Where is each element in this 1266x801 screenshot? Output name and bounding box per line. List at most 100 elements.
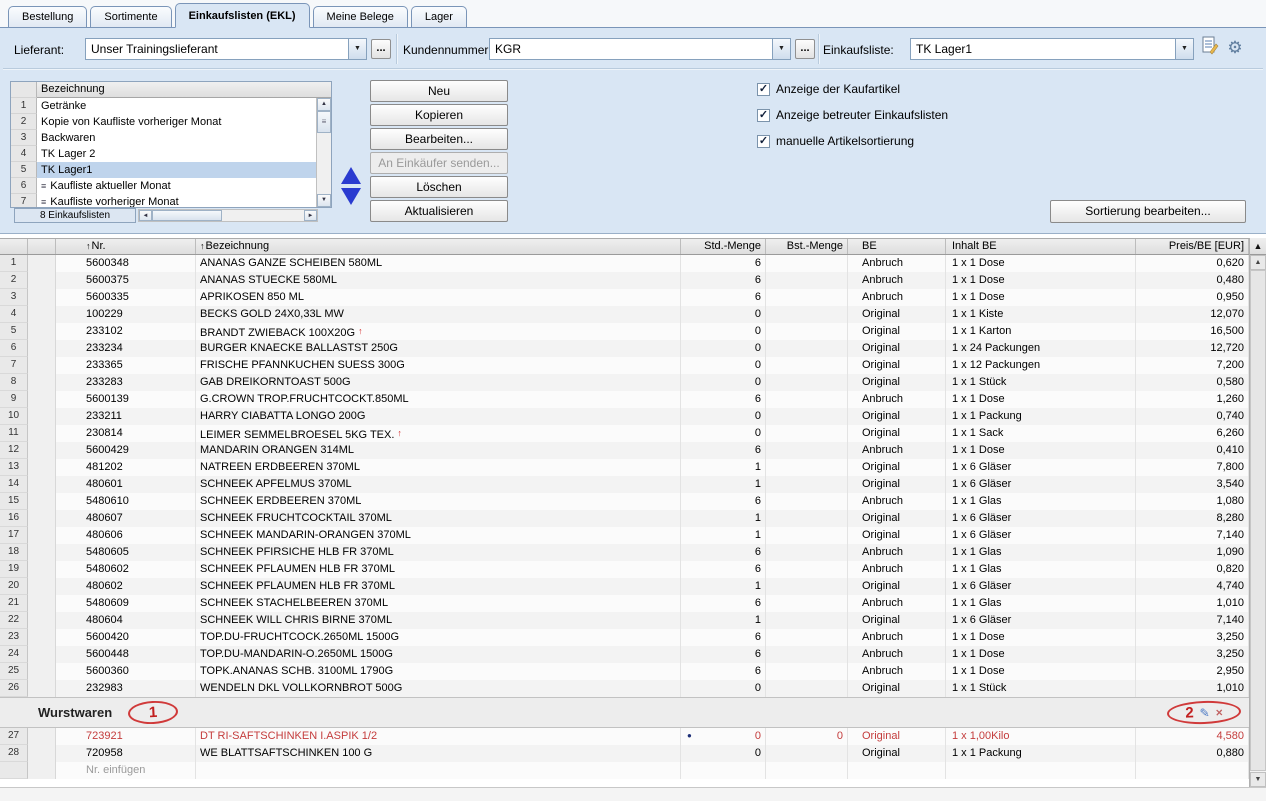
column-header-bst-menge[interactable]: Bst.-Menge — [766, 239, 848, 254]
std-menge-cell[interactable]: 1 — [681, 459, 766, 476]
scroll-left-icon[interactable]: ◄ — [139, 210, 152, 221]
bst-menge-cell[interactable] — [766, 561, 848, 578]
tab-einkaufslisten-ekl[interactable]: Einkaufslisten (EKL) — [175, 3, 310, 28]
article-row[interactable]: 155480610SCHNEEK ERDBEEREN 370ML6Anbruch… — [0, 493, 1249, 510]
bst-menge-cell[interactable] — [766, 323, 848, 340]
bst-menge-cell[interactable] — [766, 510, 848, 527]
bst-menge-cell[interactable] — [766, 476, 848, 493]
insert-nr-cell[interactable]: Nr. einfügen — [56, 762, 196, 779]
std-menge-cell[interactable]: 6 — [681, 255, 766, 272]
settings-button[interactable]: ⚙ — [1223, 36, 1247, 60]
std-menge-cell[interactable]: 1 — [681, 510, 766, 527]
article-row[interactable]: 125600429MANDARIN ORANGEN 314ML6Anbruch1… — [0, 442, 1249, 459]
column-header-inhalt-be[interactable]: Inhalt BE — [946, 239, 1136, 254]
lieferant-browse-button[interactable]: ... — [371, 39, 391, 59]
article-row[interactable]: 255600360TOPK.ANANAS SCHB. 3100ML 1790G6… — [0, 663, 1249, 680]
article-row[interactable]: 215480609SCHNEEK STACHELBEEREN 370ML6Anb… — [0, 595, 1249, 612]
insert-row[interactable]: Nr. einfügen — [0, 762, 1249, 779]
bst-menge-cell[interactable] — [766, 408, 848, 425]
column-header-blank-0[interactable] — [0, 239, 28, 254]
list-item-tk-lager1[interactable]: 5TK Lager1 — [11, 162, 316, 178]
scroll-up-icon[interactable]: ▲ — [317, 98, 331, 111]
article-row[interactable]: 15600348ANANAS GANZE SCHEIBEN 580ML6Anbr… — [0, 255, 1249, 272]
hscrollbar-thumb[interactable] — [152, 210, 222, 221]
bearbeiten-button[interactable]: Bearbeiten... — [370, 128, 508, 150]
neu-button[interactable]: Neu — [370, 80, 508, 102]
delete-group-icon[interactable]: × — [1215, 705, 1223, 719]
scroll-up-icon[interactable]: ▲ — [1250, 255, 1266, 270]
article-row[interactable]: 8233283GAB DREIKORNTOAST 500G0Original1 … — [0, 374, 1249, 391]
bst-menge-cell[interactable] — [766, 340, 848, 357]
bst-menge-cell[interactable] — [766, 544, 848, 561]
std-menge-cell[interactable]: 6 — [681, 646, 766, 663]
bst-menge-cell[interactable] — [766, 374, 848, 391]
bst-menge-cell[interactable] — [766, 646, 848, 663]
bst-menge-cell[interactable] — [766, 578, 848, 595]
bst-menge-cell[interactable] — [766, 425, 848, 442]
scroll-down-icon[interactable]: ▼ — [1250, 772, 1266, 787]
article-row[interactable]: 6233234BURGER KNAECKE BALLASTST 250G0Ori… — [0, 340, 1249, 357]
checkbox-anzeige-betreuter-einkaufslisten[interactable]: ✓Anzeige betreuter Einkaufslisten — [757, 107, 948, 123]
l-schen-button[interactable]: Löschen — [370, 176, 508, 198]
article-row[interactable]: 5233102BRANDT ZWIEBACK 100X20G↑0Original… — [0, 323, 1249, 340]
article-row[interactable]: 10233211HARRY CIABATTA LONGO 200G0Origin… — [0, 408, 1249, 425]
std-menge-cell[interactable]: 0 — [681, 680, 766, 697]
article-row[interactable]: 235600420TOP.DU-FRUCHTCOCK.2650ML 1500G6… — [0, 629, 1249, 646]
list-header-bezeichnung[interactable]: Bezeichnung — [37, 82, 331, 98]
std-menge-cell[interactable]: 6 — [681, 544, 766, 561]
bst-menge-cell[interactable] — [766, 357, 848, 374]
article-row[interactable]: 7233365FRISCHE PFANNKUCHEN SUESS 300G0Or… — [0, 357, 1249, 374]
hscrollbar-track[interactable] — [222, 210, 304, 221]
article-row[interactable]: 35600335APRIKOSEN 850 ML6Anbruch1 x 1 Do… — [0, 289, 1249, 306]
column-header-nr[interactable]: ↑Nr. — [56, 239, 196, 254]
article-row[interactable]: 4100229BECKS GOLD 24X0,33L MW0Original1 … — [0, 306, 1249, 323]
std-menge-cell[interactable]: 1 — [681, 476, 766, 493]
std-menge-cell[interactable]: 6 — [681, 289, 766, 306]
lieferant-combobox[interactable]: Unser Trainingslieferant ▼ — [85, 38, 367, 60]
article-row[interactable]: 195480602SCHNEEK PFLAUMEN HLB FR 370ML6A… — [0, 561, 1249, 578]
kopieren-button[interactable]: Kopieren — [370, 104, 508, 126]
std-menge-cell[interactable]: 0 — [681, 323, 766, 340]
article-row[interactable]: 95600139G.CROWN TROP.FRUCHTCOCKT.850ML6A… — [0, 391, 1249, 408]
std-menge-cell[interactable]: 0 — [681, 374, 766, 391]
scroll-right-icon[interactable]: ► — [304, 210, 317, 221]
bst-menge-cell[interactable] — [766, 442, 848, 459]
std-menge-cell[interactable]: 6 — [681, 442, 766, 459]
scroll-to-top-button[interactable]: ▲ — [1250, 238, 1266, 255]
article-row[interactable]: 245600448TOP.DU-MANDARIN-O.2650ML 1500G6… — [0, 646, 1249, 663]
list-vertical-scrollbar[interactable]: ▲ ≡ ▼ — [316, 98, 331, 207]
std-menge-cell[interactable]: 6 — [681, 493, 766, 510]
tab-meine-belege[interactable]: Meine Belege — [313, 6, 408, 27]
scrollbar-thumb[interactable] — [1250, 270, 1266, 771]
std-menge-cell[interactable]: 6 — [681, 561, 766, 578]
article-row[interactable]: 11230814LEIMER SEMMELBROESEL 5KG TEX.↑0O… — [0, 425, 1249, 442]
list-item-kopie-von-kaufliste-vorheriger-monat[interactable]: 2Kopie von Kaufliste vorheriger Monat — [11, 114, 316, 130]
bst-menge-cell[interactable] — [766, 391, 848, 408]
std-menge-cell[interactable]: 0 — [681, 357, 766, 374]
bst-menge-cell[interactable] — [766, 459, 848, 476]
bst-menge-cell[interactable] — [766, 289, 848, 306]
bst-menge-cell[interactable] — [766, 595, 848, 612]
scrollbar-thumb[interactable]: ≡ — [317, 111, 331, 133]
kundennummer-combobox[interactable]: KGR ▼ — [489, 38, 791, 60]
std-menge-cell[interactable]: 0 — [681, 425, 766, 442]
bst-menge-cell[interactable] — [766, 493, 848, 510]
article-row[interactable]: 26232983WENDELN DKL VOLLKORNBROT 500G0Or… — [0, 680, 1249, 697]
checkbox-anzeige-der-kaufartikel[interactable]: ✓Anzeige der Kaufartikel — [757, 81, 948, 97]
table-horizontal-scrollbar[interactable] — [0, 787, 1266, 801]
edit-report-button[interactable] — [1197, 36, 1221, 60]
aktualisieren-button[interactable]: Aktualisieren — [370, 200, 508, 222]
column-header-blank-1[interactable] — [28, 239, 56, 254]
bst-menge-cell[interactable] — [766, 663, 848, 680]
column-header-preis-be-eur[interactable]: Preis/BE [EUR] — [1136, 239, 1249, 254]
article-row[interactable]: 13481202NATREEN ERDBEEREN 370ML1Original… — [0, 459, 1249, 476]
sortierung-bearbeiten-button[interactable]: Sortierung bearbeiten... — [1050, 200, 1246, 223]
std-menge-cell[interactable]: 1 — [681, 578, 766, 595]
bst-menge-cell[interactable] — [766, 255, 848, 272]
std-menge-cell[interactable]: 6 — [681, 629, 766, 646]
dropdown-arrow-icon[interactable]: ▼ — [348, 39, 366, 59]
std-menge-cell[interactable]: 6 — [681, 595, 766, 612]
checkbox-manuelle-artikelsortierung[interactable]: ✓manuelle Artikelsortierung — [757, 133, 948, 149]
einkaufsliste-combobox[interactable]: TK Lager1 ▼ — [910, 38, 1194, 60]
bst-menge-cell[interactable] — [766, 745, 848, 762]
